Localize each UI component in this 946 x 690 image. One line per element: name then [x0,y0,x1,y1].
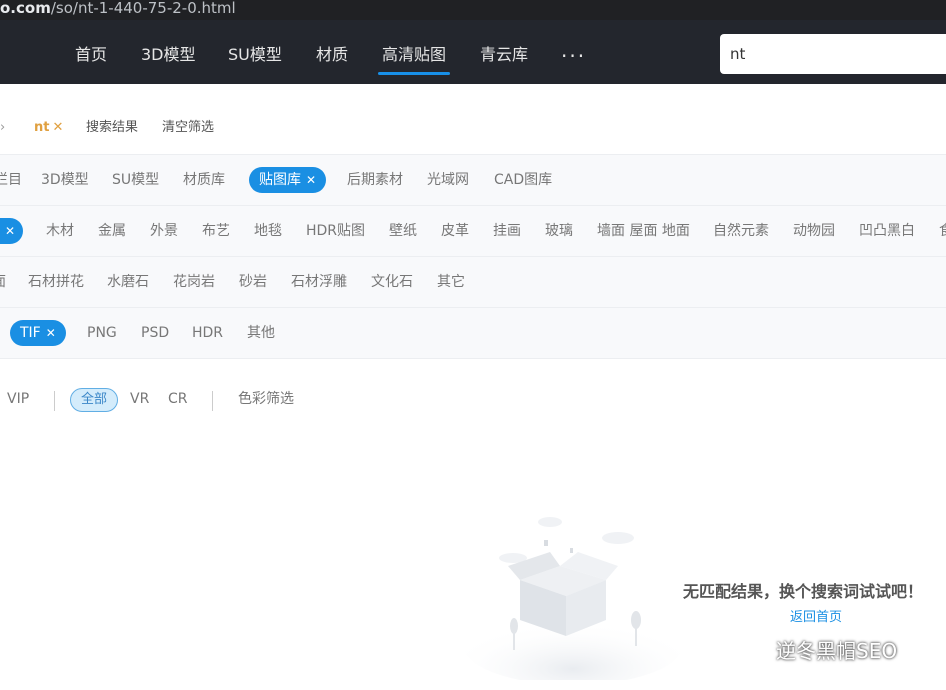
filter-option[interactable]: 花岗岩 [173,257,215,307]
filter-option[interactable]: 文化石 [371,257,413,307]
vip-filter[interactable]: VIP [7,389,29,409]
search-tag[interactable]: nt ✕ [34,110,63,146]
empty-box-illustration [463,517,683,680]
close-icon[interactable]: ✕ [52,120,63,135]
close-icon[interactable]: ✕ [306,173,316,187]
search-input-value: nt [730,45,746,63]
stone-filter-row: 面 石材拼花 水磨石 花岗岩 砂岩 石材浮雕 文化石 其它 [0,256,946,307]
filter-option[interactable]: 地毯 [254,206,282,256]
close-icon[interactable]: ✕ [46,326,56,340]
cr-filter[interactable]: CR [168,389,188,409]
search-tag-label: nt [34,120,50,135]
filter-option-label: TIF [20,325,41,341]
url-host: o.com [0,0,51,17]
nav-item-3d-models[interactable]: 3D模型 [141,20,196,84]
watermark: 逆冬黑帽SEO [740,634,897,664]
filter-option-selected[interactable]: TIF ✕ [10,320,66,346]
nav-item-materials[interactable]: 材质 [316,20,348,84]
filter-option[interactable]: 砂岩 [239,257,267,307]
nav-item-su-models[interactable]: SU模型 [228,20,282,84]
nav-item-home[interactable]: 首页 [75,20,107,84]
filter-option-selected[interactable]: 贴图库 ✕ [249,167,327,193]
divider [212,391,213,411]
filter-option[interactable]: PSD [141,308,169,358]
breadcrumb: › nt ✕ 搜索结果 清空筛选 [0,110,946,146]
wechat-icon [740,638,769,660]
vr-filter[interactable]: VR [130,389,149,409]
nav-item-qingyun-library[interactable]: 青云库 [480,20,528,84]
clear-filters-link[interactable]: 清空筛选 [162,110,214,146]
filter-option[interactable]: HDR [192,308,223,358]
color-filter[interactable]: 色彩筛选 [238,389,294,409]
filter-option[interactable]: 其它 [437,257,465,307]
format-filter-row: TIF ✕ PNG PSD HDR 其他 [0,307,946,358]
filter-option[interactable]: 自然元素 [713,206,769,256]
search-input[interactable]: nt [720,34,946,74]
filter-option[interactable]: 木材 [46,206,74,256]
filter-option[interactable]: 后期素材 [347,155,403,205]
filter-option-selected[interactable]: ✕ [0,218,24,244]
filter-option-label: 贴图库 [259,172,301,188]
filter-option[interactable]: 石材浮雕 [291,257,347,307]
filter-option[interactable]: HDR贴图 [306,206,365,256]
all-filter-selected[interactable]: 全部 [70,388,119,412]
filter-option[interactable]: CAD图库 [494,155,552,205]
filter-option[interactable]: 皮革 [441,206,469,256]
filter-option[interactable]: 壁纸 [389,206,417,256]
nav-item-hd-textures[interactable]: 高清贴图 [377,20,451,84]
filter-option[interactable]: 挂画 [493,206,521,256]
divider [54,391,55,411]
filter-option[interactable]: 3D模型 [41,155,89,205]
filter-option[interactable]: 凹凸黑白 [859,206,915,256]
back-home-link[interactable]: 返回首页 [790,606,842,625]
options-row: VIP 全部 VR CR 色彩筛选 [0,358,946,442]
watermark-text: 逆冬黑帽SEO [776,638,898,663]
close-icon[interactable]: ✕ [5,224,15,238]
more-menu-icon[interactable]: ··· [561,44,586,68]
filter-option[interactable]: 墙面 屋面 地面 [597,206,690,256]
filter-option[interactable]: 材质库 [183,155,225,205]
filter-option[interactable]: PNG [87,308,117,358]
filter-option[interactable]: 玻璃 [545,206,573,256]
search-results-label: 搜索结果 [86,120,139,135]
filter-option[interactable]: 金属 [98,206,126,256]
breadcrumb-arrow-icon: › [0,120,6,135]
filter-option[interactable]: 布艺 [202,206,230,256]
category-filter-row: 栏目 3D模型 SU模型 材质库 贴图库 ✕ 后期素材 光域网 CAD图库 [0,154,946,205]
top-navigation: 首页 3D模型 SU模型 材质 高清贴图 青云库 ··· nt [0,20,946,84]
url-path: /so/nt-1-440-75-2-0.html [50,0,236,17]
filter-option[interactable]: 其他 [247,308,275,358]
filter-option[interactable]: 栏目 [0,155,22,205]
no-results-message: 无匹配结果，换个搜索词试试吧！ [683,582,924,601]
filter-option[interactable]: 水磨石 [107,257,149,307]
filter-option[interactable]: SU模型 [112,155,159,205]
filter-option[interactable]: 食 [939,206,946,256]
address-bar[interactable]: o.com/so/nt-1-440-75-2-0.html [0,0,946,20]
filter-option[interactable]: 面 [0,257,6,307]
filter-option[interactable]: 外景 [150,206,178,256]
filter-option[interactable]: 石材拼花 [28,257,84,307]
filter-option[interactable]: 动物园 [793,206,835,256]
subcategory-filter-row: ✕ 木材 金属 外景 布艺 地毯 HDR贴图 壁纸 皮革 挂画 玻璃 墙面 屋面… [0,205,946,256]
filter-option[interactable]: 光域网 [427,155,469,205]
